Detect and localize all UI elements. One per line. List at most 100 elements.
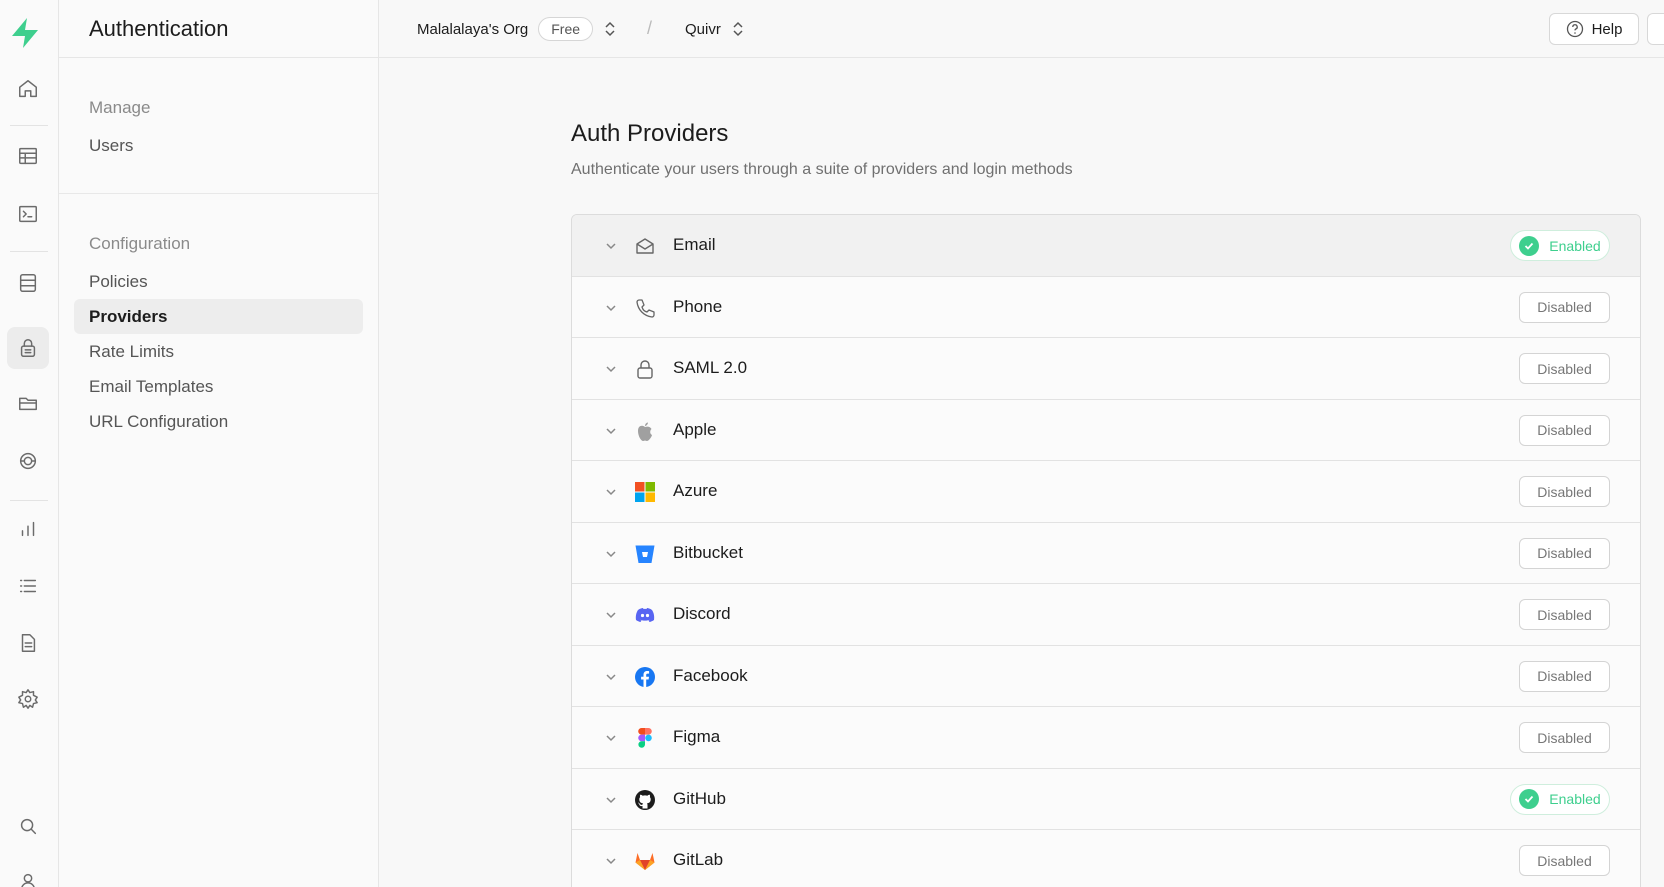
provider-name: GitHub [673, 788, 726, 808]
status-badge: Disabled [1519, 599, 1610, 630]
api-docs-icon[interactable] [7, 622, 49, 664]
chevron-down-icon [606, 489, 616, 496]
apple-icon [634, 420, 656, 442]
menu-item-policies[interactable]: Policies [74, 264, 363, 299]
home-icon[interactable] [7, 68, 49, 110]
chevron-down-icon [606, 427, 616, 434]
plan-badge: Free [538, 17, 594, 41]
menu-item-url-configuration[interactable]: URL Configuration [74, 404, 363, 439]
provider-name: Email [673, 235, 716, 255]
menu-item-rate-limits[interactable]: Rate Limits [74, 334, 363, 369]
section-title: Authentication [59, 0, 378, 58]
menu-group-manage: Manage Users [59, 58, 378, 163]
sql-editor-icon[interactable] [7, 193, 49, 235]
icon-rail [0, 0, 59, 887]
menu-group-configuration: Configuration Policies Providers Rate Li… [59, 193, 378, 439]
provider-row-discord[interactable]: Discord Disabled [572, 584, 1640, 646]
status-badge: Disabled [1519, 537, 1610, 569]
rail-divider [10, 500, 48, 501]
chevron-down-icon [606, 612, 616, 619]
settings-gear-icon[interactable] [7, 678, 49, 720]
reports-icon[interactable] [7, 508, 49, 550]
gitlab-icon [634, 850, 656, 872]
section-menu: Authentication Manage Users Configuratio… [59, 0, 379, 887]
provider-name: GitLab [673, 850, 724, 870]
provider-name: Figma [673, 727, 721, 747]
chevron-down-icon [606, 673, 616, 680]
org-name: Malalalaya's Org [417, 20, 529, 38]
menu-item-email-templates[interactable]: Email Templates [74, 369, 363, 404]
authentication-icon[interactable] [7, 327, 49, 369]
facebook-icon [634, 666, 656, 688]
toolbar-button[interactable] [1647, 13, 1664, 45]
status-badge: Enabled [1510, 783, 1610, 815]
breadcrumb-separator: / [647, 18, 653, 38]
help-label: Help [1591, 20, 1623, 38]
phone-icon [634, 297, 656, 319]
github-icon [634, 789, 656, 811]
provider-row-email[interactable]: Email Enabled [572, 215, 1640, 277]
table-editor-icon[interactable] [7, 135, 49, 177]
database-icon[interactable] [7, 262, 49, 304]
check-circle-icon [1519, 235, 1540, 256]
menu-item-providers[interactable]: Providers [74, 299, 363, 334]
status-badge: Disabled [1519, 845, 1610, 876]
status-badge: Enabled [1510, 230, 1610, 261]
provider-row-saml[interactable]: SAML 2.0 Disabled [572, 338, 1640, 400]
project-name: Quivr [685, 20, 721, 38]
chevron-down-icon [606, 550, 616, 557]
status-badge: Disabled [1519, 353, 1610, 384]
menu-group-title: Manage [89, 98, 151, 117]
search-icon[interactable] [7, 805, 49, 847]
provider-row-figma[interactable]: Figma Disabled [572, 707, 1640, 769]
discord-icon [634, 604, 656, 626]
provider-name: Phone [673, 296, 723, 316]
menu-group-title: Configuration [89, 234, 191, 253]
provider-name: Apple [673, 419, 717, 439]
microsoft-icon [634, 481, 656, 503]
status-label: Enabled [1549, 791, 1601, 807]
top-bar: Malalalaya's Org Free / Quivr Help [379, 0, 1664, 58]
chevron-down-icon [606, 796, 616, 803]
provider-row-bitbucket[interactable]: Bitbucket Disabled [572, 523, 1640, 584]
provider-name: Bitbucket [673, 542, 743, 562]
provider-name: Azure [673, 481, 718, 501]
envelope-icon [634, 235, 656, 257]
org-switcher[interactable]: Malalalaya's Org Free [417, 0, 617, 58]
page-subtitle: Authenticate your users through a suite … [571, 161, 1073, 178]
account-icon[interactable] [7, 860, 49, 887]
provider-row-gitlab[interactable]: GitLab Disabled [572, 830, 1640, 887]
project-switcher[interactable]: Quivr [685, 0, 745, 58]
rail-divider [10, 125, 48, 126]
chevrons-up-down-icon [733, 21, 743, 37]
check-circle-icon [1519, 789, 1540, 809]
chevron-down-icon [606, 858, 616, 865]
help-button[interactable]: Help [1549, 13, 1639, 45]
page-title: Auth Providers [571, 120, 729, 147]
provider-row-azure[interactable]: Azure Disabled [572, 461, 1640, 523]
provider-row-github[interactable]: GitHub Enabled [572, 769, 1640, 830]
supabase-logo-icon[interactable] [8, 16, 42, 50]
provider-name: Facebook [673, 665, 748, 685]
menu-item-users[interactable]: Users [74, 128, 363, 163]
provider-row-apple[interactable]: Apple Disabled [572, 400, 1640, 461]
lock-icon [634, 358, 656, 380]
storage-icon[interactable] [7, 382, 49, 424]
rail-divider [10, 251, 48, 252]
chevron-down-icon [606, 243, 616, 250]
status-badge: Disabled [1519, 414, 1610, 446]
help-circle-icon [1566, 20, 1583, 38]
provider-name: Discord [673, 604, 731, 624]
provider-row-phone[interactable]: Phone Disabled [572, 277, 1640, 338]
chevrons-up-down-icon [605, 21, 615, 37]
main-content: Auth Providers Authenticate your users t… [379, 58, 1664, 887]
status-badge: Disabled [1519, 722, 1610, 753]
edge-functions-icon[interactable] [7, 440, 49, 482]
logs-icon[interactable] [7, 565, 49, 607]
providers-list: Email Enabled Phone Disabled SAML 2.0 Di… [571, 214, 1641, 887]
provider-row-facebook[interactable]: Facebook Disabled [572, 646, 1640, 707]
status-badge: Disabled [1519, 476, 1610, 507]
figma-icon [634, 727, 656, 749]
chevron-down-icon [606, 304, 616, 311]
chevron-down-icon [606, 366, 616, 373]
